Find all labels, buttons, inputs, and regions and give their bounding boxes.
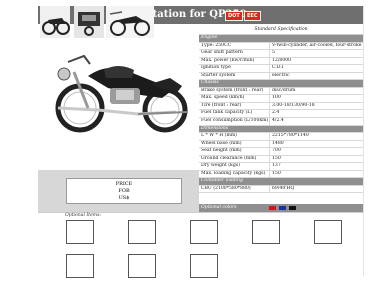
motorcycle-thumbnail-2[interactable]	[74, 6, 104, 38]
optional-item-box[interactable]	[128, 220, 156, 244]
spec-value: 137	[272, 163, 281, 169]
spec-key: Max. loading capacity (kgs)	[199, 170, 270, 178]
spec-row: Max. power (kw/r/min) 12/8000	[199, 57, 363, 66]
spec-key: Max. power (kw/r/min)	[199, 57, 270, 65]
dot-badge: DOT	[225, 11, 243, 21]
spec-key: Dry weight (kgs)	[199, 163, 270, 170]
currency-label: US$	[118, 195, 130, 201]
spec-key: L * W * H (mm)	[199, 133, 270, 140]
spec-key: Brake system (front : rear)	[199, 87, 270, 95]
spec-value: 5	[272, 50, 275, 56]
spec-row: Dry weight (kgs) 137	[199, 163, 363, 171]
spec-key: Max. speed (km/h)	[199, 95, 270, 102]
spec-key: Wheel base (mm)	[199, 140, 270, 148]
spec-row: Type: 250CC V-twin-cylinder, air-cooled, …	[199, 42, 363, 51]
spec-row: Starter system electric	[199, 72, 363, 81]
section-container-loading: Container loading	[199, 178, 363, 186]
price-box: PRICE FOB US$	[66, 178, 182, 204]
spec-row: CBU (2100*580*880) 69/40'HQ	[199, 185, 363, 194]
motorcycle-thumbnail-1[interactable]	[40, 6, 70, 38]
optional-item-box[interactable]	[314, 220, 342, 244]
color-swatch-blue[interactable]	[279, 206, 286, 210]
spec-value: 4/2.4	[272, 118, 284, 124]
spec-row: Ground clearance (mm) 150	[199, 155, 363, 164]
section-chassis: Chassis	[199, 80, 363, 88]
spec-key: Fuel tank capacity (L)	[199, 110, 270, 118]
spec-key: Gear shift pattern	[199, 50, 270, 57]
optional-colors-label: Optional colors	[201, 205, 237, 210]
spec-row: Brake system (front : rear) disc/drum	[199, 87, 363, 96]
spec-key: Ground clearance (mm)	[199, 155, 270, 163]
optional-colors-bar: Optional colors	[199, 204, 363, 212]
spec-row: Seat height (mm) 700	[199, 148, 363, 156]
spec-table: Standard Specification Engine Type: 250C…	[199, 26, 363, 194]
spec-key: Seat height (mm)	[199, 148, 270, 155]
spec-key: Starter system	[199, 72, 270, 80]
spec-key: Tire (front : rear)	[199, 102, 270, 110]
optional-item-box[interactable]	[252, 220, 280, 244]
spec-row: Fuel consumption (L/100km) 4/2.4	[199, 118, 363, 126]
spec-value: 150	[272, 155, 281, 161]
spec-row: Wheel base (mm) 1480	[199, 140, 363, 149]
spec-key: Type: 250CC	[199, 42, 270, 50]
eec-badge: EEC	[244, 11, 261, 21]
spec-value: 150	[272, 170, 281, 176]
motorcycle-main-photo	[55, 54, 189, 133]
spec-value: V-twin-cylinder, air-cooled, four-stroke	[272, 42, 362, 48]
spec-value: 1480	[272, 140, 284, 146]
optional-item-box[interactable]	[66, 220, 94, 244]
spec-value: 100	[272, 95, 281, 101]
spec-value: 2.4	[272, 110, 280, 116]
spec-value: 12/8000	[272, 57, 292, 63]
spec-row: Ignition type C.D.I	[199, 65, 363, 73]
spec-value: 2215*780*1140	[272, 133, 309, 139]
spec-value: C.D.I	[272, 65, 284, 71]
optional-items-label: Optional Items:	[65, 213, 102, 218]
fob-label: FOB	[118, 188, 130, 194]
quotation-sheet: Quotation for QP250 DOT EEC PRICE FOB US…	[38, 6, 364, 278]
price-label: PRICE	[115, 181, 133, 187]
spec-value: 700	[272, 148, 281, 154]
color-swatch-red[interactable]	[269, 206, 276, 210]
section-dimensions: Dimensions	[199, 125, 363, 134]
motorcycle-thumbnail-3[interactable]	[106, 6, 154, 38]
optional-item-box[interactable]	[66, 254, 94, 278]
spec-key: CBU (2100*580*880)	[199, 185, 270, 193]
spec-row: Max. speed (km/h) 100	[199, 95, 363, 103]
section-engine: Engine	[199, 35, 363, 43]
spec-key: Fuel consumption (L/100km)	[201, 118, 270, 125]
optional-item-box[interactable]	[190, 220, 218, 244]
spec-value: disc/drum	[272, 87, 296, 93]
color-swatch-black[interactable]	[289, 206, 296, 210]
spec-row: Gear shift pattern 5	[199, 50, 363, 58]
spec-row: Fuel tank capacity (L) 2.4	[199, 110, 363, 119]
spec-value: 3.00-18/130/90-18	[272, 102, 315, 108]
spec-row: Tire (front : rear) 3.00-18/130/90-18	[199, 102, 363, 111]
spec-key: Ignition type	[199, 65, 270, 72]
spec-value: electric	[272, 72, 290, 78]
optional-item-box[interactable]	[128, 254, 156, 278]
optional-item-box[interactable]	[190, 254, 218, 278]
spec-value: 69/40'HQ	[272, 185, 295, 191]
spec-heading: Standard Specification	[199, 26, 363, 35]
spec-row: L * W * H (mm) 2215*780*1140	[199, 133, 363, 141]
